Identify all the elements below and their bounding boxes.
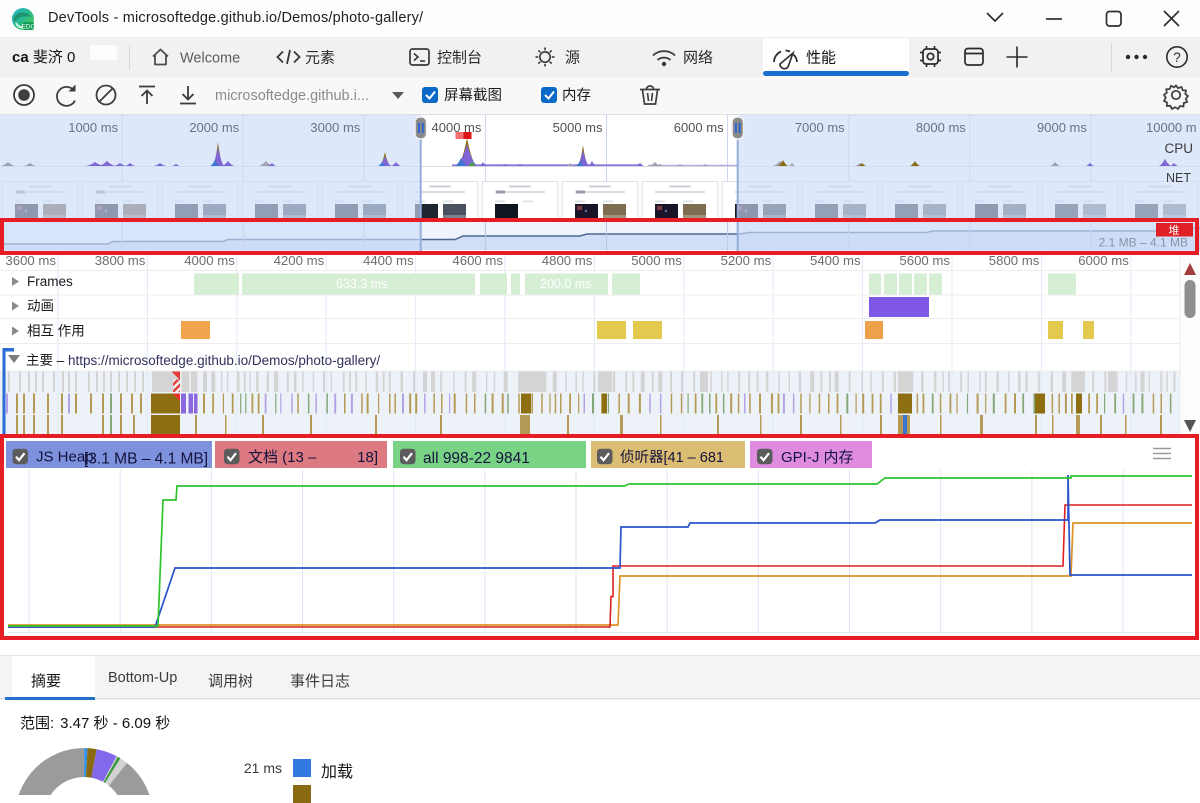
svg-text:屏幕截图: 屏幕截图 [444,87,502,104]
svg-text:3600 ms: 3600 ms [5,253,56,268]
svg-text:4600 ms: 4600 ms [452,253,503,268]
svg-text:200.0 ms: 200.0 ms [540,277,591,291]
svg-text:5200 ms: 5200 ms [721,253,772,268]
svg-text:microsoftedge.github.i...: microsoftedge.github.i... [215,88,369,104]
svg-text:633.3 ms: 633.3 ms [336,277,387,291]
svg-text:元素: 元素 [305,50,335,67]
svg-text:主要 – https://microsoftedge.git: 主要 – https://microsoftedge.github.io/Dem… [26,353,380,368]
svg-text:5400 ms: 5400 ms [810,253,861,268]
svg-text:8000 ms: 8000 ms [916,120,966,135]
svg-text:5000 ms: 5000 ms [631,253,682,268]
svg-text:5800 ms: 5800 ms [989,253,1040,268]
svg-text:6000 ms: 6000 ms [1078,253,1129,268]
svg-text:相互 作用: 相互 作用 [27,324,85,339]
svg-text:10000 m: 10000 m [1146,120,1197,135]
svg-text:控制台: 控制台 [437,50,482,67]
svg-text:Frames: Frames [27,274,73,289]
svg-text:3000 ms: 3000 ms [310,120,360,135]
svg-text:4200 ms: 4200 ms [274,253,325,268]
svg-text:动画: 动画 [27,299,54,314]
svg-text:CPU: CPU [1164,141,1193,156]
svg-text:源: 源 [565,50,580,67]
svg-text:1000 ms: 1000 ms [68,120,118,135]
svg-text:Welcome: Welcome [180,51,240,67]
svg-text:内存: 内存 [562,87,591,104]
svg-text:NET: NET [1166,171,1191,185]
svg-text:4800 ms: 4800 ms [542,253,593,268]
svg-text:?: ? [1173,50,1181,65]
svg-text:4400 ms: 4400 ms [363,253,414,268]
svg-text:3800 ms: 3800 ms [95,253,146,268]
svg-text:6000 ms: 6000 ms [674,120,724,135]
svg-text:2000 ms: 2000 ms [189,120,239,135]
svg-text:5600 ms: 5600 ms [899,253,950,268]
svg-text:4000 ms: 4000 ms [184,253,235,268]
svg-text:EDG: EDG [21,24,35,31]
svg-text:9000 ms: 9000 ms [1037,120,1087,135]
svg-text:5000 ms: 5000 ms [553,120,603,135]
svg-text:7000 ms: 7000 ms [795,120,845,135]
svg-text:性能: 性能 [806,50,836,67]
svg-text:网络: 网络 [683,50,713,67]
